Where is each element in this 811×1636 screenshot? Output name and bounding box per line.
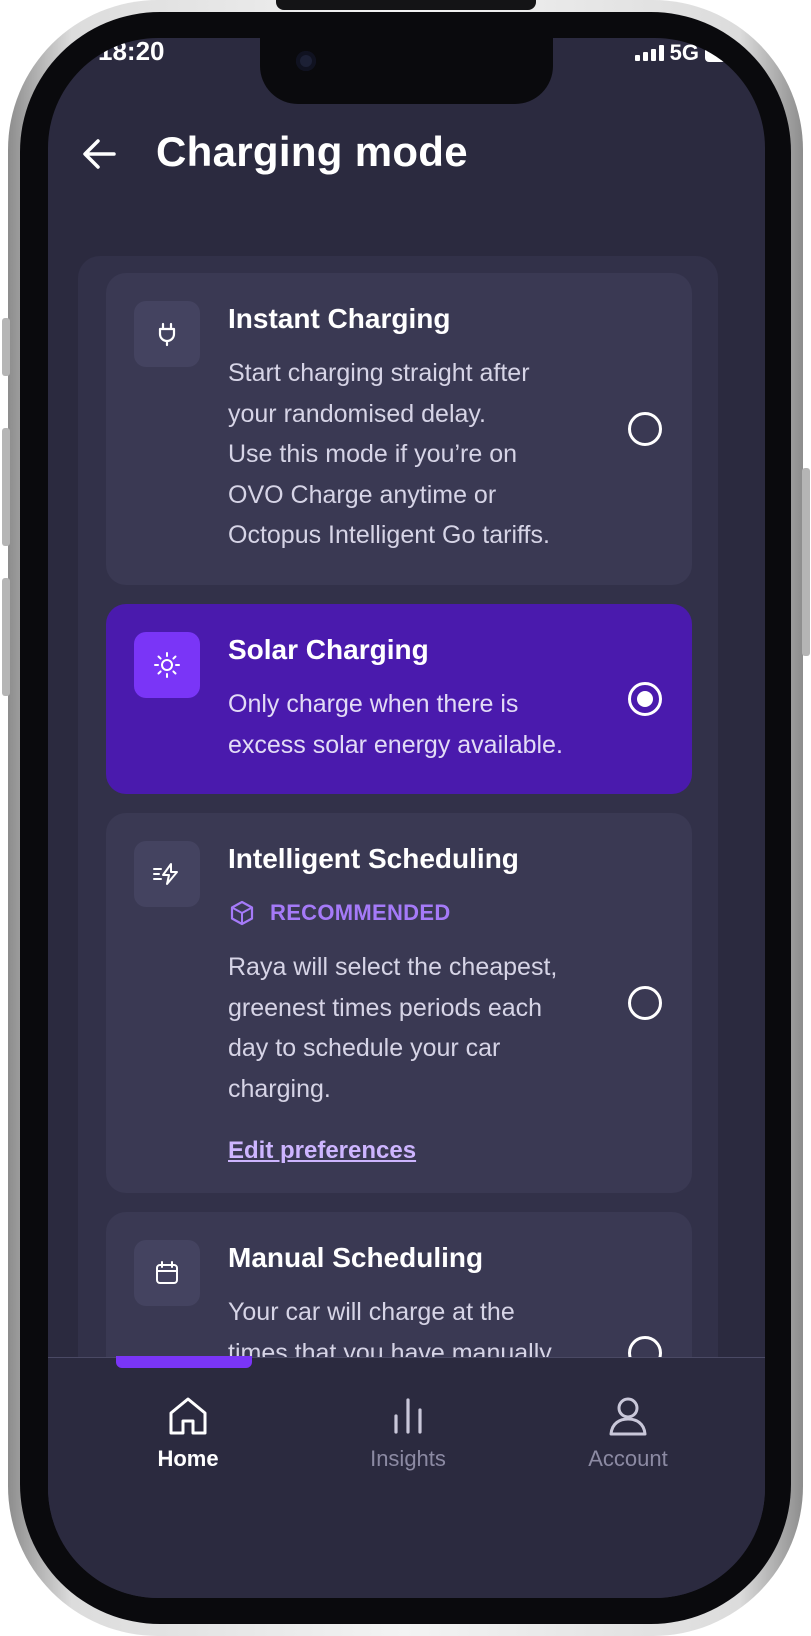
sun-icon bbox=[134, 632, 200, 698]
screen: 18:20 5G Charging mode Instant Charging … bbox=[48, 38, 765, 1598]
status-indicators: 5G bbox=[634, 40, 731, 66]
nav-label: Insights bbox=[370, 1446, 446, 1471]
mode-radio-solar[interactable] bbox=[628, 682, 662, 716]
hexagon-badge-icon bbox=[230, 900, 254, 926]
nav-label: Account bbox=[588, 1446, 668, 1471]
nav-label: Home bbox=[157, 1446, 219, 1471]
header: Charging mode bbox=[48, 128, 765, 198]
back-arrow-icon bbox=[83, 139, 116, 169]
battery-icon bbox=[705, 44, 731, 62]
mode-description: Start charging straight after your rando… bbox=[228, 359, 550, 549]
mode-title: Solar Charging bbox=[228, 634, 429, 665]
nav-account[interactable]: Account bbox=[553, 1394, 703, 1472]
edit-preferences-link[interactable]: Edit preferences bbox=[228, 1137, 416, 1165]
home-icon bbox=[169, 1397, 207, 1435]
back-button[interactable] bbox=[80, 134, 120, 174]
volume-up-button bbox=[2, 428, 10, 546]
front-camera bbox=[296, 51, 316, 71]
status-time: 18:20 bbox=[98, 38, 165, 66]
mode-title: Intelligent Scheduling bbox=[228, 843, 519, 874]
camera-notch bbox=[260, 38, 553, 104]
mode-radio-intelligent[interactable] bbox=[628, 986, 662, 1020]
mode-card-solar-charging[interactable]: Solar Charging Only charge when there is… bbox=[106, 604, 692, 794]
mode-card-instant-charging[interactable]: Instant Charging Start charging straight… bbox=[106, 273, 692, 585]
page-title: Charging mode bbox=[156, 128, 468, 175]
user-icon bbox=[609, 1397, 647, 1436]
mode-card-intelligent-scheduling[interactable]: Intelligent Scheduling RECOMMENDED Raya … bbox=[106, 813, 692, 1193]
power-button bbox=[802, 468, 810, 656]
signal-icon bbox=[634, 45, 664, 61]
lightning-icon bbox=[134, 841, 200, 907]
bottom-navigation: Home Insights Account bbox=[48, 1357, 765, 1598]
volume-down-button bbox=[2, 578, 10, 696]
mode-title: Manual Scheduling bbox=[228, 1242, 484, 1273]
mute-switch bbox=[2, 318, 10, 376]
network-type: 5G bbox=[669, 40, 699, 65]
mode-description: Raya will select the cheapest, greenest … bbox=[228, 953, 558, 1103]
earpiece-speaker bbox=[276, 0, 536, 10]
plug-icon bbox=[134, 301, 200, 367]
mode-radio-instant[interactable] bbox=[628, 412, 662, 446]
mode-description: Only charge when there is excess solar e… bbox=[228, 690, 563, 759]
mode-title: Instant Charging bbox=[228, 303, 451, 334]
recommended-label: RECOMMENDED bbox=[270, 900, 451, 925]
bar-chart-icon bbox=[394, 1398, 422, 1434]
nav-home[interactable]: Home bbox=[113, 1394, 263, 1472]
nav-insights[interactable]: Insights bbox=[333, 1394, 483, 1472]
calendar-icon bbox=[134, 1240, 200, 1306]
active-tab-indicator bbox=[116, 1356, 252, 1368]
recommended-badge: RECOMMENDED bbox=[228, 899, 451, 927]
